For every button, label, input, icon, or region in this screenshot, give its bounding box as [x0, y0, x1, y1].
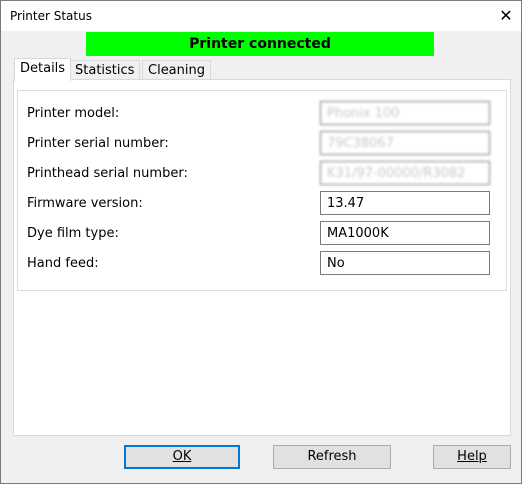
firmware-version-label: Firmware version: — [27, 196, 143, 211]
row-firmware-version: Firmware version: 13.47 — [18, 191, 506, 217]
printer-model-label: Printer model: — [27, 106, 120, 121]
row-printer-model: Printer model: Phonix 100 — [18, 101, 506, 127]
help-button[interactable]: Help — [433, 445, 511, 469]
dye-film-type-field[interactable]: MA1000K — [320, 221, 490, 245]
tab-details[interactable]: Details — [14, 58, 72, 81]
tab-cleaning[interactable]: Cleaning — [142, 60, 211, 80]
printer-serial-label: Printer serial number: — [27, 136, 169, 151]
printer-model-field[interactable]: Phonix 100 — [320, 101, 490, 125]
printhead-serial-label: Printhead serial number: — [27, 166, 188, 181]
ok-button[interactable]: OK — [124, 445, 240, 469]
title-bar: Printer Status ✕ — [1, 1, 521, 31]
status-banner: Printer connected — [86, 32, 434, 56]
row-dye-film-type: Dye film type: MA1000K — [18, 221, 506, 247]
refresh-button[interactable]: Refresh — [273, 445, 391, 469]
close-icon[interactable]: ✕ — [491, 1, 521, 31]
help-button-label: Help — [457, 449, 487, 464]
details-panel: Printer model: Phonix 100 Printer serial… — [13, 79, 511, 436]
row-hand-feed: Hand feed: No — [18, 251, 506, 277]
ok-button-label: OK — [172, 449, 192, 464]
details-group: Printer model: Phonix 100 Printer serial… — [17, 90, 507, 291]
printer-status-dialog: Printer Status ✕ Printer connected Detai… — [0, 0, 522, 484]
hand-feed-field[interactable]: No — [320, 251, 490, 275]
window-title: Printer Status — [10, 9, 92, 23]
firmware-version-field[interactable]: 13.47 — [320, 191, 490, 215]
dye-film-type-label: Dye film type: — [27, 226, 119, 241]
row-printer-serial: Printer serial number: 79C38067 — [18, 131, 506, 157]
row-printhead-serial: Printhead serial number: K31/97-00000/R3… — [18, 161, 506, 187]
refresh-button-label: Refresh — [307, 449, 357, 464]
printer-serial-field[interactable]: 79C38067 — [320, 131, 490, 155]
hand-feed-label: Hand feed: — [27, 256, 99, 271]
tab-statistics[interactable]: Statistics — [69, 60, 141, 80]
printhead-serial-field[interactable]: K31/97-00000/R3082 — [320, 161, 490, 185]
